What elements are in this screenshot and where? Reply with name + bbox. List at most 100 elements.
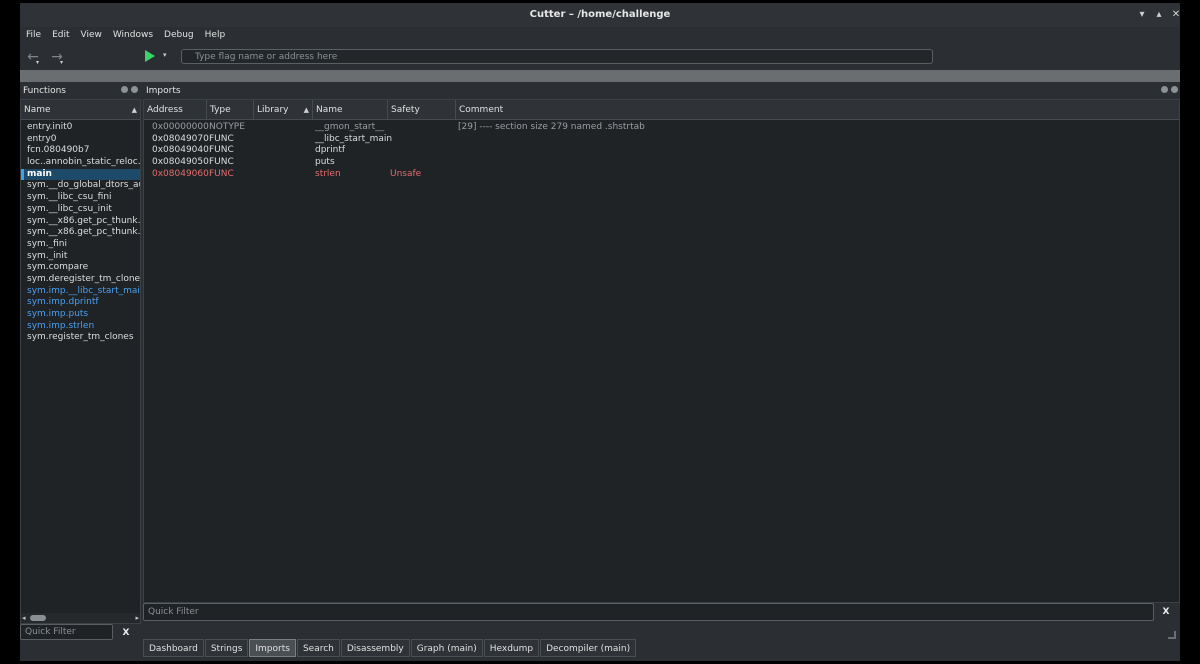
import-type-cell: FUNC [209,168,234,179]
function-list-item[interactable]: entry0 [21,134,140,146]
view-tabs: Dashboard Strings Imports Search Disassembly… [143,639,637,657]
function-list-item[interactable]: sym.compare [21,262,140,274]
import-address-cell: 0x08049070 [152,133,209,144]
import-name-cell: __libc_start_main [315,133,393,144]
debug-options-caret-icon[interactable]: ▾ [163,51,167,59]
menu-help[interactable]: Help [199,28,231,42]
window-title: Cutter – /home/challenge [529,9,671,20]
functions-name-header-label: Name [24,105,51,115]
function-list-item[interactable]: fcn.080490b7 [21,145,140,157]
import-type-cell: FUNC [209,133,234,144]
import-comment-cell: [29] ---- section size 279 named .shstrt… [458,122,645,132]
function-list-item[interactable]: sym.imp.__libc_start_main [21,286,140,298]
menu-edit[interactable]: Edit [46,28,74,42]
function-list-item[interactable]: sym.imp.strlen [21,321,140,333]
imports-panel-title: Imports [146,86,181,96]
functions-quick-filter-input[interactable] [25,625,107,639]
table-row[interactable]: 0x08049050 FUNC puts [144,157,1179,169]
import-name-cell: __gmon_start__ [315,122,385,132]
import-name-cell: dprintf [315,145,346,156]
imports-quick-filter[interactable] [143,603,1154,621]
imports-comment-header[interactable]: Comment [456,100,1179,120]
imports-panel: Address Type Library ▲ Name Safety Comme… [143,99,1180,603]
functions-dock-buttons [121,86,138,96]
function-list-item[interactable]: sym.deregister_tm_clones [21,274,140,286]
play-icon[interactable] [145,50,155,62]
import-type-cell: NOTYPE [209,122,245,132]
maximize-button[interactable]: ▴ [1151,6,1167,22]
import-address-cell: 0x08049060 [152,168,209,179]
close-dock-icon[interactable] [131,86,138,93]
imports-dock-buttons [1161,86,1178,96]
imports-library-header[interactable]: Library ▲ [254,100,313,120]
menu-bar: File Edit View Windows Debug Help [20,28,1180,42]
function-list-item[interactable]: sym.imp.puts [21,309,140,321]
tab-disassembly[interactable]: Disassembly [340,639,410,657]
menu-view[interactable]: View [75,28,107,42]
function-list-item[interactable]: entry.init0 [21,122,140,134]
menu-debug[interactable]: Debug [158,28,199,42]
scroll-right-icon[interactable]: ▸ [135,614,139,622]
function-list-item[interactable]: sym.__libc_csu_init [21,204,140,216]
title-bar: Cutter – /home/challenge ▾ ▴ ✕ [20,3,1180,27]
table-row[interactable]: 0x08049070 FUNC __libc_start_main [144,134,1179,146]
functions-panel: Name ▲ entry.init0 entry0 fcn.080490b7 loc.… [20,99,141,624]
table-row[interactable]: 0x08049060 FUNC strlen Unsafe [144,169,1179,181]
import-address-cell: 0x08049040 [152,145,209,156]
tab-dashboard[interactable]: Dashboard [143,639,204,657]
function-list-item[interactable]: main [21,168,140,181]
function-list-item[interactable]: sym.register_tm_clones [21,332,140,344]
cutter-window: Cutter – /home/challenge ▾ ▴ ✕ File Edit… [20,3,1180,661]
functions-clear-filter-button[interactable]: X [120,627,132,639]
resize-grip-icon[interactable] [1168,631,1176,639]
tab-imports[interactable]: Imports [249,639,296,657]
import-name-cell: strlen [315,168,341,179]
import-address-cell: 0x00000000 [152,122,209,132]
table-row[interactable]: 0x00000000 NOTYPE __gmon_start__ [29] ---- … [144,122,1179,134]
tab-search[interactable]: Search [296,639,340,657]
float-dock-icon[interactable] [121,86,128,93]
tab-graph-main[interactable]: Graph (main) [410,639,483,657]
toolbar: ← ▾ → ▾ ▾ [20,45,1180,69]
imports-quick-filter-input[interactable] [148,604,1057,620]
import-type-cell: FUNC [209,145,234,156]
flag-search-box[interactable] [181,49,933,64]
functions-list: entry.init0 entry0 fcn.080490b7 loc..annobi… [21,122,140,344]
menu-windows[interactable]: Windows [107,28,158,42]
minimize-button[interactable]: ▾ [1134,6,1150,22]
tab-strings[interactable]: Strings [204,639,249,657]
functions-quick-filter[interactable] [20,624,113,640]
forward-history-caret-icon[interactable]: ▾ [60,59,66,66]
scrollbar-thumb[interactable] [30,615,46,621]
function-list-item[interactable]: sym._init [21,251,140,263]
functions-name-header[interactable]: Name ▲ [21,100,140,120]
imports-clear-filter-button[interactable]: X [1160,606,1172,618]
import-type-cell: FUNC [209,157,234,168]
functions-header: Name ▲ [21,100,140,120]
table-row[interactable]: 0x08049040 FUNC dprintf [144,145,1179,157]
scroll-left-icon[interactable]: ◂ [22,614,26,622]
function-list-item[interactable]: sym._fini [21,239,140,251]
imports-safety-header[interactable]: Safety [388,100,456,120]
imports-address-header[interactable]: Address [144,100,207,120]
function-list-item[interactable]: loc..annobin_static_reloc.c [21,157,140,169]
back-history-caret-icon[interactable]: ▾ [36,59,42,66]
imports-type-header[interactable]: Type [207,100,254,120]
tab-hexdump[interactable]: Hexdump [483,639,540,657]
function-list-item[interactable]: sym.__do_global_dtors_aux [21,180,140,192]
toolbar-separator [20,70,1180,82]
functions-horizontal-scrollbar[interactable]: ◂ ▸ [21,613,140,623]
menu-file[interactable]: File [20,28,46,42]
function-list-item[interactable]: sym.imp.dprintf [21,297,140,309]
imports-name-header[interactable]: Name [313,100,388,120]
function-list-item[interactable]: sym.__x86.get_pc_thunk.bp [21,216,140,228]
function-list-item[interactable]: sym.__libc_csu_fini [21,192,140,204]
close-dock-icon[interactable] [1171,86,1178,93]
flag-search-input[interactable] [195,50,915,63]
float-dock-icon[interactable] [1161,86,1168,93]
imports-library-header-label: Library [257,105,289,115]
tab-decompiler-main[interactable]: Decompiler (main) [540,639,637,657]
import-safety-cell: Unsafe [390,168,422,179]
function-list-item[interactable]: sym.__x86.get_pc_thunk.bx [21,227,140,239]
close-button[interactable]: ✕ [1168,6,1180,22]
